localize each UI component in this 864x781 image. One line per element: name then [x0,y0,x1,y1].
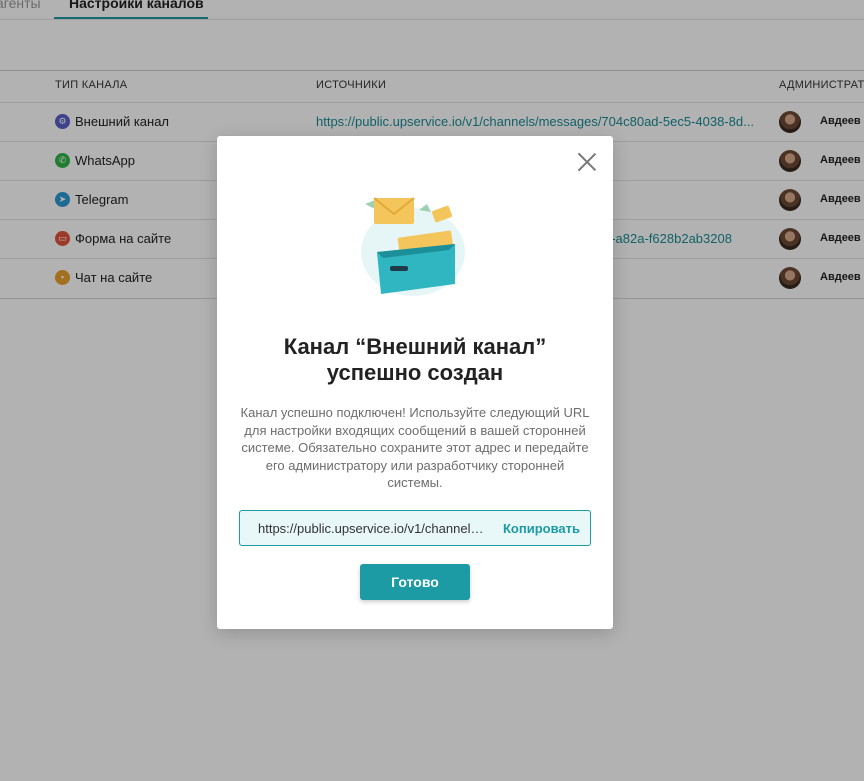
dialog-title: Канал “Внешний канал” успешно создан [283,334,547,385]
dialog-description: Канал успешно подключен! Используйте сле… [240,405,590,490]
webhook-url-field[interactable]: https://public.upservice.io/v1/channels/… [239,510,591,546]
webhook-url-value[interactable]: https://public.upservice.io/v1/channels/… [258,521,484,536]
close-icon[interactable] [577,152,597,172]
mailbox-illustration-icon [361,197,465,296]
channel-created-dialog: Канал “Внешний канал” успешно создан Кан… [217,136,613,629]
copy-button[interactable]: Копировать [503,521,580,536]
done-button[interactable]: Готово [360,564,470,600]
